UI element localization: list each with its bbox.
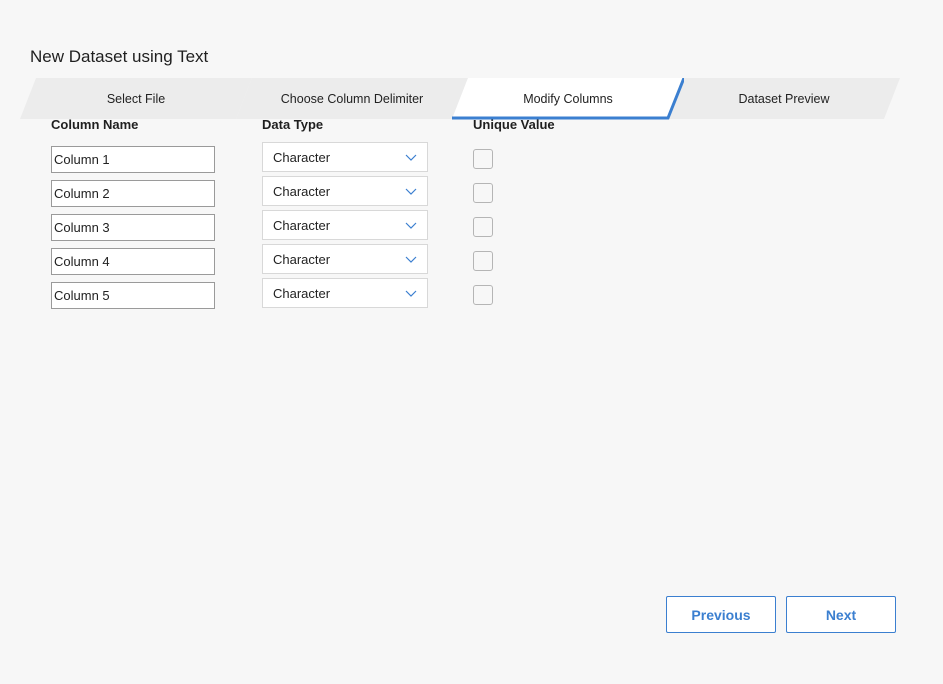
column-name-input[interactable]: [51, 248, 215, 275]
step-label: Select File: [106, 91, 166, 106]
column-name-input[interactable]: [51, 180, 215, 207]
step-label: Modify Columns: [523, 91, 613, 106]
data-type-select[interactable]: Character: [262, 244, 428, 274]
data-type-header: Data Type: [262, 117, 324, 132]
step-select-file[interactable]: Select File: [20, 78, 252, 119]
column-name-input[interactable]: [51, 146, 215, 173]
data-type-value: Character: [273, 150, 331, 165]
unique-value-checkbox[interactable]: [473, 183, 493, 203]
unique-value-checkbox[interactable]: [473, 149, 493, 169]
data-type-value: Character: [273, 252, 331, 267]
data-type-select[interactable]: Character: [262, 210, 428, 240]
unique-value-checkbox[interactable]: [473, 285, 493, 305]
page-title: New Dataset using Text: [30, 47, 209, 66]
unique-value-checkbox[interactable]: [473, 217, 493, 237]
unique-value-checkbox[interactable]: [473, 251, 493, 271]
table-row: Character: [0, 278, 600, 309]
chevron-down-icon: [405, 154, 417, 161]
step-label: Choose Column Delimiter: [280, 91, 424, 106]
chevron-down-icon: [405, 256, 417, 263]
data-type-value: Character: [273, 218, 331, 233]
table-row: Character: [0, 210, 600, 241]
column-name-input[interactable]: [51, 214, 215, 241]
chevron-down-icon: [405, 290, 417, 297]
step-choose-column-delimiter[interactable]: Choose Column Delimiter: [236, 78, 468, 119]
wizard-steps: Select File Choose Column Delimiter Data…: [20, 78, 900, 120]
table-row: Character: [0, 244, 600, 275]
unique-value-header: Unique Value: [473, 117, 555, 132]
next-button[interactable]: Next: [786, 596, 896, 633]
column-name-input[interactable]: [51, 282, 215, 309]
column-name-header: Column Name: [51, 117, 139, 132]
table-row: Character: [0, 142, 600, 173]
step-dataset-preview[interactable]: Dataset Preview: [668, 78, 900, 119]
data-type-select[interactable]: Character: [262, 142, 428, 172]
step-label: Dataset Preview: [738, 91, 830, 106]
data-type-value: Character: [273, 184, 331, 199]
data-type-select[interactable]: Character: [262, 278, 428, 308]
step-modify-columns[interactable]: Modify Columns: [452, 78, 684, 119]
chevron-down-icon: [405, 222, 417, 229]
previous-button[interactable]: Previous: [666, 596, 776, 633]
data-type-select[interactable]: Character: [262, 176, 428, 206]
table-row: Character: [0, 176, 600, 207]
data-type-value: Character: [273, 286, 331, 301]
chevron-down-icon: [405, 188, 417, 195]
